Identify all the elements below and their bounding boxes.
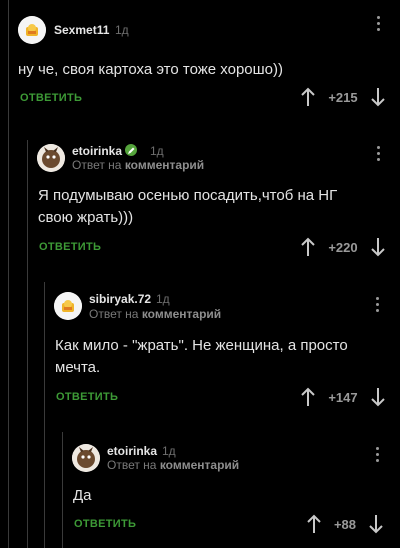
timestamp: 1д bbox=[150, 144, 164, 158]
reply-prefix: Ответ на bbox=[89, 307, 139, 321]
more-options-icon[interactable] bbox=[370, 297, 384, 317]
reply-to-label: Ответ на комментарий bbox=[107, 458, 239, 472]
sun-avatar-icon[interactable] bbox=[18, 16, 46, 44]
timestamp: 1д bbox=[156, 292, 170, 306]
rating: +147 bbox=[328, 389, 358, 405]
username[interactable]: etoirinka bbox=[107, 444, 157, 458]
rating: +215 bbox=[328, 89, 358, 105]
comment-text: ну че, своя картоха это тоже хорошо)) bbox=[18, 61, 284, 78]
rating: +88 bbox=[333, 516, 357, 532]
rating: +220 bbox=[328, 239, 358, 255]
vote-controls: +88 bbox=[306, 514, 384, 534]
upvote-arrow-icon[interactable] bbox=[300, 87, 316, 107]
comment-text: Как мило - "жрать". Не женщина, а просто… bbox=[55, 337, 348, 376]
username[interactable]: sibiryak.72 bbox=[89, 292, 151, 306]
upvote-arrow-icon[interactable] bbox=[300, 387, 316, 407]
downvote-arrow-icon[interactable] bbox=[370, 87, 386, 107]
reply-button[interactable]: ОТВЕТИТЬ bbox=[56, 391, 118, 403]
more-options-icon[interactable] bbox=[370, 447, 384, 467]
pencil-badge-icon bbox=[125, 144, 137, 156]
upvote-arrow-icon[interactable] bbox=[306, 514, 322, 534]
pet-avatar-icon[interactable] bbox=[37, 144, 65, 172]
reply-to-label: Ответ на комментарий bbox=[72, 158, 204, 172]
vote-controls: +215 bbox=[300, 87, 386, 107]
reply-target-link[interactable]: комментарий bbox=[125, 158, 204, 172]
reply-button[interactable]: ОТВЕТИТЬ bbox=[20, 92, 82, 104]
reply-target-link[interactable]: комментарий bbox=[160, 458, 239, 472]
reply-prefix: Ответ на bbox=[107, 458, 157, 472]
downvote-arrow-icon[interactable] bbox=[370, 387, 386, 407]
reply-button[interactable]: ОТВЕТИТЬ bbox=[74, 518, 136, 530]
upvote-arrow-icon[interactable] bbox=[300, 237, 316, 257]
comment-text: Я подумываю осенью посадить,чтоб на НГ с… bbox=[38, 187, 338, 226]
username[interactable]: etoirinka bbox=[72, 144, 122, 158]
reply-prefix: Ответ на bbox=[72, 158, 122, 172]
timestamp: 1д bbox=[162, 444, 176, 458]
comment-sexmet11: Sexmet11 1д ну че, своя картоха это тоже… bbox=[0, 0, 400, 130]
comment-etoirinka-1: etoirinka 1д Ответ на комментарий Я поду… bbox=[28, 130, 400, 278]
vote-controls: +220 bbox=[300, 237, 386, 257]
more-options-icon[interactable] bbox=[371, 146, 385, 166]
reply-to-label: Ответ на комментарий bbox=[89, 307, 221, 321]
comment-text: Да bbox=[73, 487, 92, 504]
username[interactable]: Sexmet11 bbox=[54, 23, 109, 37]
more-options-icon[interactable] bbox=[371, 16, 385, 36]
sun-avatar-icon[interactable] bbox=[54, 292, 82, 320]
pet-avatar-icon[interactable] bbox=[72, 444, 100, 472]
vote-controls: +147 bbox=[300, 387, 386, 407]
timestamp: 1д bbox=[115, 23, 129, 37]
downvote-arrow-icon[interactable] bbox=[368, 514, 384, 534]
reply-button[interactable]: ОТВЕТИТЬ bbox=[39, 241, 101, 253]
comment-etoirinka-2: etoirinka 1д Ответ на комментарий Да ОТВ… bbox=[63, 428, 400, 548]
downvote-arrow-icon[interactable] bbox=[370, 237, 386, 257]
comment-sibiryak: sibiryak.72 1д Ответ на комментарий Как … bbox=[45, 278, 400, 428]
reply-target-link[interactable]: комментарий bbox=[142, 307, 221, 321]
